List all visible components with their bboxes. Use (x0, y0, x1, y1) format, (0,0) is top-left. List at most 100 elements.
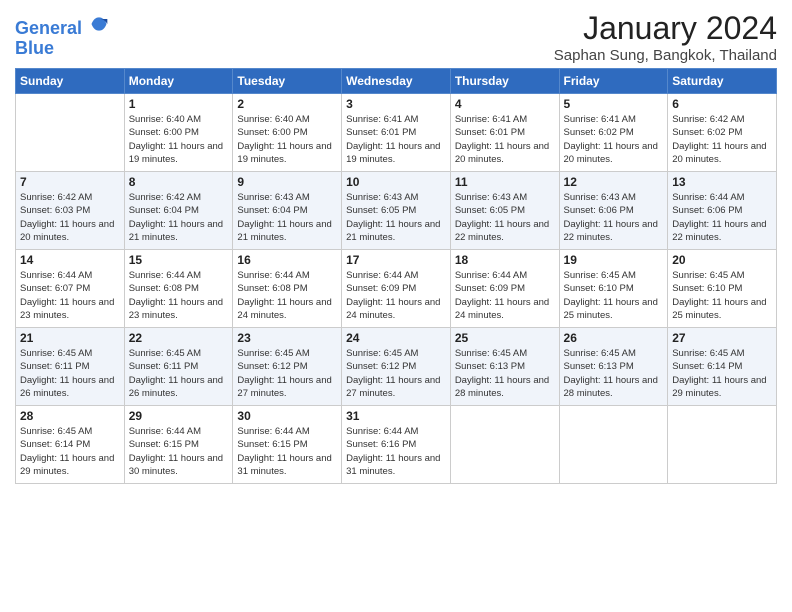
day-info: Sunrise: 6:45 AM Sunset: 6:11 PM Dayligh… (129, 347, 229, 400)
day-number: 7 (20, 175, 120, 189)
day-cell: 12Sunrise: 6:43 AM Sunset: 6:06 PM Dayli… (559, 172, 668, 250)
day-cell: 24 Sunrise: 6:45 AM Sunset: 6:12 PM Dayli… (342, 328, 451, 406)
calendar-table: SundayMondayTuesdayWednesdayThursdayFrid… (15, 68, 777, 484)
day-cell (668, 406, 777, 484)
day-number: 8 (129, 175, 229, 189)
day-cell (16, 94, 125, 172)
day-number: 28 (20, 409, 120, 423)
day-cell: 9 Sunrise: 6:43 AM Sunset: 6:04 PM Daylig… (233, 172, 342, 250)
day-cell: 29Sunrise: 6:44 AM Sunset: 6:15 PM Dayli… (124, 406, 233, 484)
day-number: 23 (237, 331, 337, 345)
day-info: Sunrise: 6:42 AM Sunset: 6:04 PM Dayligh… (129, 191, 229, 244)
logo-subtext: Blue (15, 39, 109, 59)
day-cell: 28Sunrise: 6:45 AM Sunset: 6:14 PM Dayli… (16, 406, 125, 484)
day-info: Sunrise: 6:44 AM Sunset: 6:15 PM Dayligh… (237, 425, 337, 478)
day-info: Sunrise: 6:45 AM Sunset: 6:12 PM Dayligh… (346, 347, 446, 400)
day-cell: 5 Sunrise: 6:41 AM Sunset: 6:02 PM Daylig… (559, 94, 668, 172)
day-info: Sunrise: 6:43 AM Sunset: 6:05 PM Dayligh… (346, 191, 446, 244)
week-row-3: 14Sunrise: 6:44 AM Sunset: 6:07 PM Dayli… (16, 250, 777, 328)
day-cell: 17 Sunrise: 6:44 AM Sunset: 6:09 PM Dayli… (342, 250, 451, 328)
day-info: Sunrise: 6:45 AM Sunset: 6:10 PM Dayligh… (672, 269, 772, 322)
day-info: Sunrise: 6:43 AM Sunset: 6:04 PM Dayligh… (237, 191, 337, 244)
day-number: 3 (346, 97, 446, 111)
day-number: 6 (672, 97, 772, 111)
day-cell: 3 Sunrise: 6:41 AM Sunset: 6:01 PM Daylig… (342, 94, 451, 172)
day-info: Sunrise: 6:41 AM Sunset: 6:01 PM Dayligh… (455, 113, 555, 166)
week-row-4: 21Sunrise: 6:45 AM Sunset: 6:11 PM Dayli… (16, 328, 777, 406)
day-number: 25 (455, 331, 555, 345)
day-info: Sunrise: 6:44 AM Sunset: 6:07 PM Dayligh… (20, 269, 120, 322)
day-number: 10 (346, 175, 446, 189)
day-number: 5 (564, 97, 664, 111)
day-cell: 21Sunrise: 6:45 AM Sunset: 6:11 PM Dayli… (16, 328, 125, 406)
day-cell: 20 Sunrise: 6:45 AM Sunset: 6:10 PM Dayli… (668, 250, 777, 328)
location-title: Saphan Sung, Bangkok, Thailand (554, 47, 777, 64)
day-number: 1 (129, 97, 229, 111)
weekday-header-friday: Friday (559, 69, 668, 94)
day-cell: 15 Sunrise: 6:44 AM Sunset: 6:08 PM Dayli… (124, 250, 233, 328)
logo: General Blue (15, 14, 109, 59)
day-info: Sunrise: 6:45 AM Sunset: 6:12 PM Dayligh… (237, 347, 337, 400)
weekday-header-thursday: Thursday (450, 69, 559, 94)
day-info: Sunrise: 6:44 AM Sunset: 6:09 PM Dayligh… (346, 269, 446, 322)
day-info: Sunrise: 6:45 AM Sunset: 6:13 PM Dayligh… (564, 347, 664, 400)
day-info: Sunrise: 6:44 AM Sunset: 6:06 PM Dayligh… (672, 191, 772, 244)
day-cell: 2 Sunrise: 6:40 AM Sunset: 6:00 PM Daylig… (233, 94, 342, 172)
day-number: 12 (564, 175, 664, 189)
logo-text: General (15, 14, 109, 39)
day-cell: 16 Sunrise: 6:44 AM Sunset: 6:08 PM Dayli… (233, 250, 342, 328)
day-number: 22 (129, 331, 229, 345)
day-cell: 11Sunrise: 6:43 AM Sunset: 6:05 PM Dayli… (450, 172, 559, 250)
day-number: 9 (237, 175, 337, 189)
day-number: 18 (455, 253, 555, 267)
day-cell: 26Sunrise: 6:45 AM Sunset: 6:13 PM Dayli… (559, 328, 668, 406)
day-number: 24 (346, 331, 446, 345)
day-number: 16 (237, 253, 337, 267)
weekday-header-monday: Monday (124, 69, 233, 94)
day-info: Sunrise: 6:44 AM Sunset: 6:08 PM Dayligh… (237, 269, 337, 322)
day-info: Sunrise: 6:44 AM Sunset: 6:08 PM Dayligh… (129, 269, 229, 322)
day-cell: 7 Sunrise: 6:42 AM Sunset: 6:03 PM Daylig… (16, 172, 125, 250)
day-cell: 22 Sunrise: 6:45 AM Sunset: 6:11 PM Dayli… (124, 328, 233, 406)
day-cell: 4Sunrise: 6:41 AM Sunset: 6:01 PM Daylig… (450, 94, 559, 172)
day-info: Sunrise: 6:45 AM Sunset: 6:14 PM Dayligh… (672, 347, 772, 400)
day-info: Sunrise: 6:41 AM Sunset: 6:01 PM Dayligh… (346, 113, 446, 166)
day-cell: 10 Sunrise: 6:43 AM Sunset: 6:05 PM Dayli… (342, 172, 451, 250)
day-number: 15 (129, 253, 229, 267)
day-number: 2 (237, 97, 337, 111)
day-info: Sunrise: 6:45 AM Sunset: 6:13 PM Dayligh… (455, 347, 555, 400)
weekday-header-saturday: Saturday (668, 69, 777, 94)
page-container: General Blue January 2024 Saphan Sung, B… (0, 0, 792, 494)
day-cell: 31Sunrise: 6:44 AM Sunset: 6:16 PM Dayli… (342, 406, 451, 484)
day-number: 13 (672, 175, 772, 189)
weekday-header-tuesday: Tuesday (233, 69, 342, 94)
day-info: Sunrise: 6:40 AM Sunset: 6:00 PM Dayligh… (237, 113, 337, 166)
day-info: Sunrise: 6:40 AM Sunset: 6:00 PM Dayligh… (129, 113, 229, 166)
day-info: Sunrise: 6:45 AM Sunset: 6:10 PM Dayligh… (564, 269, 664, 322)
day-number: 27 (672, 331, 772, 345)
day-number: 17 (346, 253, 446, 267)
weekday-header-row: SundayMondayTuesdayWednesdayThursdayFrid… (16, 69, 777, 94)
day-cell: 23 Sunrise: 6:45 AM Sunset: 6:12 PM Dayli… (233, 328, 342, 406)
day-cell: 14Sunrise: 6:44 AM Sunset: 6:07 PM Dayli… (16, 250, 125, 328)
day-number: 30 (237, 409, 337, 423)
header: General Blue January 2024 Saphan Sung, B… (15, 10, 777, 64)
day-cell: 27 Sunrise: 6:45 AM Sunset: 6:14 PM Dayli… (668, 328, 777, 406)
week-row-2: 7 Sunrise: 6:42 AM Sunset: 6:03 PM Daylig… (16, 172, 777, 250)
day-info: Sunrise: 6:41 AM Sunset: 6:02 PM Dayligh… (564, 113, 664, 166)
weekday-header-sunday: Sunday (16, 69, 125, 94)
day-cell: 25 Sunrise: 6:45 AM Sunset: 6:13 PM Dayli… (450, 328, 559, 406)
day-info: Sunrise: 6:42 AM Sunset: 6:03 PM Dayligh… (20, 191, 120, 244)
day-cell: 30 Sunrise: 6:44 AM Sunset: 6:15 PM Dayli… (233, 406, 342, 484)
day-number: 19 (564, 253, 664, 267)
logo-icon (89, 14, 109, 34)
day-number: 29 (129, 409, 229, 423)
day-number: 11 (455, 175, 555, 189)
day-info: Sunrise: 6:45 AM Sunset: 6:11 PM Dayligh… (20, 347, 120, 400)
day-number: 20 (672, 253, 772, 267)
day-cell: 8 Sunrise: 6:42 AM Sunset: 6:04 PM Daylig… (124, 172, 233, 250)
day-info: Sunrise: 6:42 AM Sunset: 6:02 PM Dayligh… (672, 113, 772, 166)
week-row-1: 1 Sunrise: 6:40 AM Sunset: 6:00 PM Daylig… (16, 94, 777, 172)
day-cell: 13 Sunrise: 6:44 AM Sunset: 6:06 PM Dayli… (668, 172, 777, 250)
day-cell (559, 406, 668, 484)
